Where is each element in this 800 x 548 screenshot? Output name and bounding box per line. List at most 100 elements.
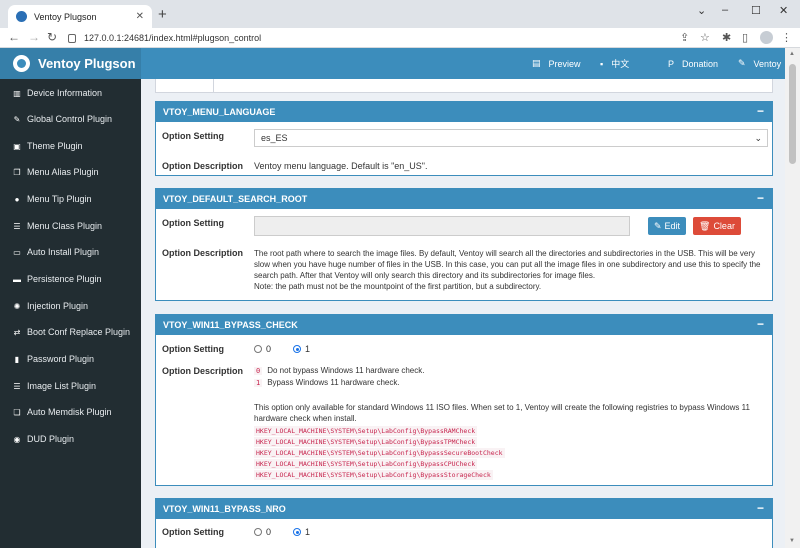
wrench-icon: ✎	[13, 114, 21, 124]
registry-key: HKEY_LOCAL_MACHINE\SYSTEM\Setup\LabConfi…	[254, 437, 478, 447]
collapse-icon[interactable]: −	[757, 104, 764, 118]
sidebar-item-label: Password Plugin	[27, 354, 95, 364]
radio-option-1-label[interactable]: 1	[305, 527, 310, 537]
radio-option-1[interactable]	[293, 528, 302, 536]
nav-ventoy[interactable]: ✎ Ventoy	[738, 48, 781, 79]
scroll-up-icon[interactable]: ▲	[789, 51, 795, 57]
option-description-label: Option Description	[162, 161, 243, 171]
option-1-code: 1	[254, 378, 263, 387]
menu-dots-icon[interactable]: ⋮	[781, 31, 792, 44]
previous-box-remnant	[155, 79, 773, 93]
address-bar-row: ← → ↻ 127.0.0.1:24681/index.html#plugson…	[0, 28, 800, 48]
radio-option-0[interactable]	[254, 528, 262, 536]
maximize-icon[interactable]: ☐	[751, 4, 761, 17]
dot-circle-icon: ◉	[13, 434, 21, 444]
new-tab-icon[interactable]: +	[158, 6, 167, 23]
menu-language-box: VTOY_MENU_LANGUAGE − Option Setting es_E…	[155, 101, 773, 176]
preview-icon: ▤	[532, 58, 541, 68]
sidebar-item-global-control[interactable]: ✎ Global Control Plugin	[0, 106, 141, 132]
box-header: VTOY_WIN11_BYPASS_CHECK −	[156, 315, 772, 335]
search-root-input[interactable]	[254, 216, 630, 236]
collapse-icon[interactable]: −	[757, 501, 764, 515]
ventoy-logo-icon	[13, 55, 30, 72]
sidebar-item-boot-conf-replace[interactable]: ⇄ Boot Conf Replace Plugin	[0, 319, 141, 345]
page-scrollbar[interactable]: ▲ ▼	[785, 48, 800, 548]
url-bar[interactable]: 127.0.0.1:24681/index.html#plugson_contr…	[68, 30, 682, 46]
option-description-text: This option only available for standard …	[254, 403, 750, 423]
option-1-line: 1 Bypass Windows 11 hardware check.	[254, 378, 400, 387]
option-0-line: 0 Do not bypass Windows 11 hardware chec…	[254, 366, 424, 375]
bookmark-star-icon[interactable]: ☆	[700, 31, 710, 44]
sidebar-item-label: Global Control Plugin	[27, 114, 113, 124]
browser-tab[interactable]: Ventoy Plugson ✕	[8, 5, 152, 28]
sidebar-item-menu-tip[interactable]: ● Menu Tip Plugin	[0, 186, 141, 212]
sidebar-item-persistence[interactable]: ▬ Persistence Plugin	[0, 266, 141, 292]
scroll-thumb[interactable]	[789, 64, 796, 164]
sidebar-item-label: Menu Class Plugin	[27, 221, 103, 231]
sidebar-item-theme[interactable]: ▣ Theme Plugin	[0, 133, 141, 159]
chevron-down-icon[interactable]: ⌄	[697, 4, 706, 17]
box-header: VTOY_MENU_LANGUAGE −	[156, 102, 772, 122]
option-0-text: Do not bypass Windows 11 hardware check.	[267, 366, 425, 375]
radio-option-1-label[interactable]: 1	[305, 344, 310, 354]
nav-preview[interactable]: ▤ Preview	[532, 48, 581, 79]
option-description-label: Option Description	[162, 366, 243, 376]
ventoy-favicon-icon	[16, 11, 27, 22]
language-icon: ▪	[600, 58, 604, 69]
option-setting-label: Option Setting	[162, 218, 224, 228]
sidebar-item-password[interactable]: ▮ Password Plugin	[0, 346, 141, 372]
radio-option-1[interactable]	[293, 345, 302, 353]
sidebar-item-menu-class[interactable]: ☰ Menu Class Plugin	[0, 213, 141, 239]
collapse-icon[interactable]: −	[757, 317, 764, 331]
logo[interactable]: Ventoy Plugson	[0, 48, 141, 79]
collapse-icon[interactable]: −	[757, 191, 764, 205]
copy-icon: ❐	[13, 167, 21, 177]
sidebar-item-label: Image List Plugin	[27, 381, 97, 391]
scroll-down-icon[interactable]: ▼	[789, 538, 795, 544]
nav-donation[interactable]: P Donation	[668, 48, 718, 79]
option-description-text: Ventoy menu language. Default is "en_US"…	[254, 161, 428, 171]
sidebar-item-label: DUD Plugin	[27, 434, 75, 444]
sidebar-item-auto-install[interactable]: ▭ Auto Install Plugin	[0, 239, 141, 265]
radio-option-0[interactable]	[254, 345, 262, 353]
paypal-icon: P	[668, 58, 675, 69]
radio-option-0-label[interactable]: 0	[266, 344, 271, 354]
sidebar-item-label: Auto Memdisk Plugin	[27, 407, 112, 417]
tab-close-icon[interactable]: ✕	[136, 11, 144, 22]
nav-language[interactable]: ▪ 中文	[600, 48, 629, 79]
back-icon[interactable]: ←	[8, 30, 20, 44]
sidebar-item-label: Theme Plugin	[27, 141, 83, 151]
nav-ventoy-label: Ventoy	[753, 58, 782, 69]
minimize-icon[interactable]: –	[722, 4, 728, 16]
edit-button[interactable]: ✎ Edit	[648, 217, 687, 235]
sidebar-item-auto-memdisk[interactable]: ❏ Auto Memdisk Plugin	[0, 399, 141, 425]
hdd-icon: ▬	[13, 274, 21, 284]
reload-icon[interactable]: ↻	[47, 30, 57, 44]
language-select[interactable]: es_ES ⌄	[254, 129, 768, 147]
language-select-value: es_ES	[261, 133, 288, 143]
sidebar-item-menu-alias[interactable]: ❐ Menu Alias Plugin	[0, 159, 141, 185]
sidepanel-icon[interactable]: ▯	[742, 31, 748, 44]
nav-preview-label: Preview	[548, 58, 581, 69]
clear-button[interactable]: 🗑 Clear	[693, 217, 741, 235]
forward-icon[interactable]: →	[28, 30, 40, 44]
sidebar-item-image-list[interactable]: ☰ Image List Plugin	[0, 373, 141, 399]
sidebar-item-injection[interactable]: ✺ Injection Plugin	[0, 293, 141, 319]
sidebar-item-dud[interactable]: ◉ DUD Plugin	[0, 426, 141, 452]
url-text[interactable]: 127.0.0.1:24681/index.html#plugson_contr…	[84, 33, 261, 43]
box-header: VTOY_WIN11_BYPASS_NRO −	[156, 499, 772, 519]
window-close-icon[interactable]: ✕	[779, 4, 788, 17]
win11-bypass-check-box: VTOY_WIN11_BYPASS_CHECK − Option Setting…	[155, 314, 773, 486]
share-icon[interactable]: ⇪	[680, 31, 689, 44]
extensions-icon[interactable]: ✱	[722, 31, 731, 44]
list-icon: ☰	[13, 221, 21, 231]
list-icon: ☰	[13, 381, 21, 391]
info-icon[interactable]	[68, 33, 76, 43]
profile-avatar-icon[interactable]	[760, 31, 773, 44]
sidebar-item-label: Boot Conf Replace Plugin	[27, 327, 131, 337]
box-title: VTOY_DEFAULT_SEARCH_ROOT	[163, 194, 308, 204]
sidebar-item-label: Injection Plugin	[27, 301, 89, 311]
clone-icon: ❏	[13, 407, 21, 417]
radio-option-0-label[interactable]: 0	[266, 527, 271, 537]
sidebar-item-device-information[interactable]: ▥ Device Information	[0, 80, 141, 106]
